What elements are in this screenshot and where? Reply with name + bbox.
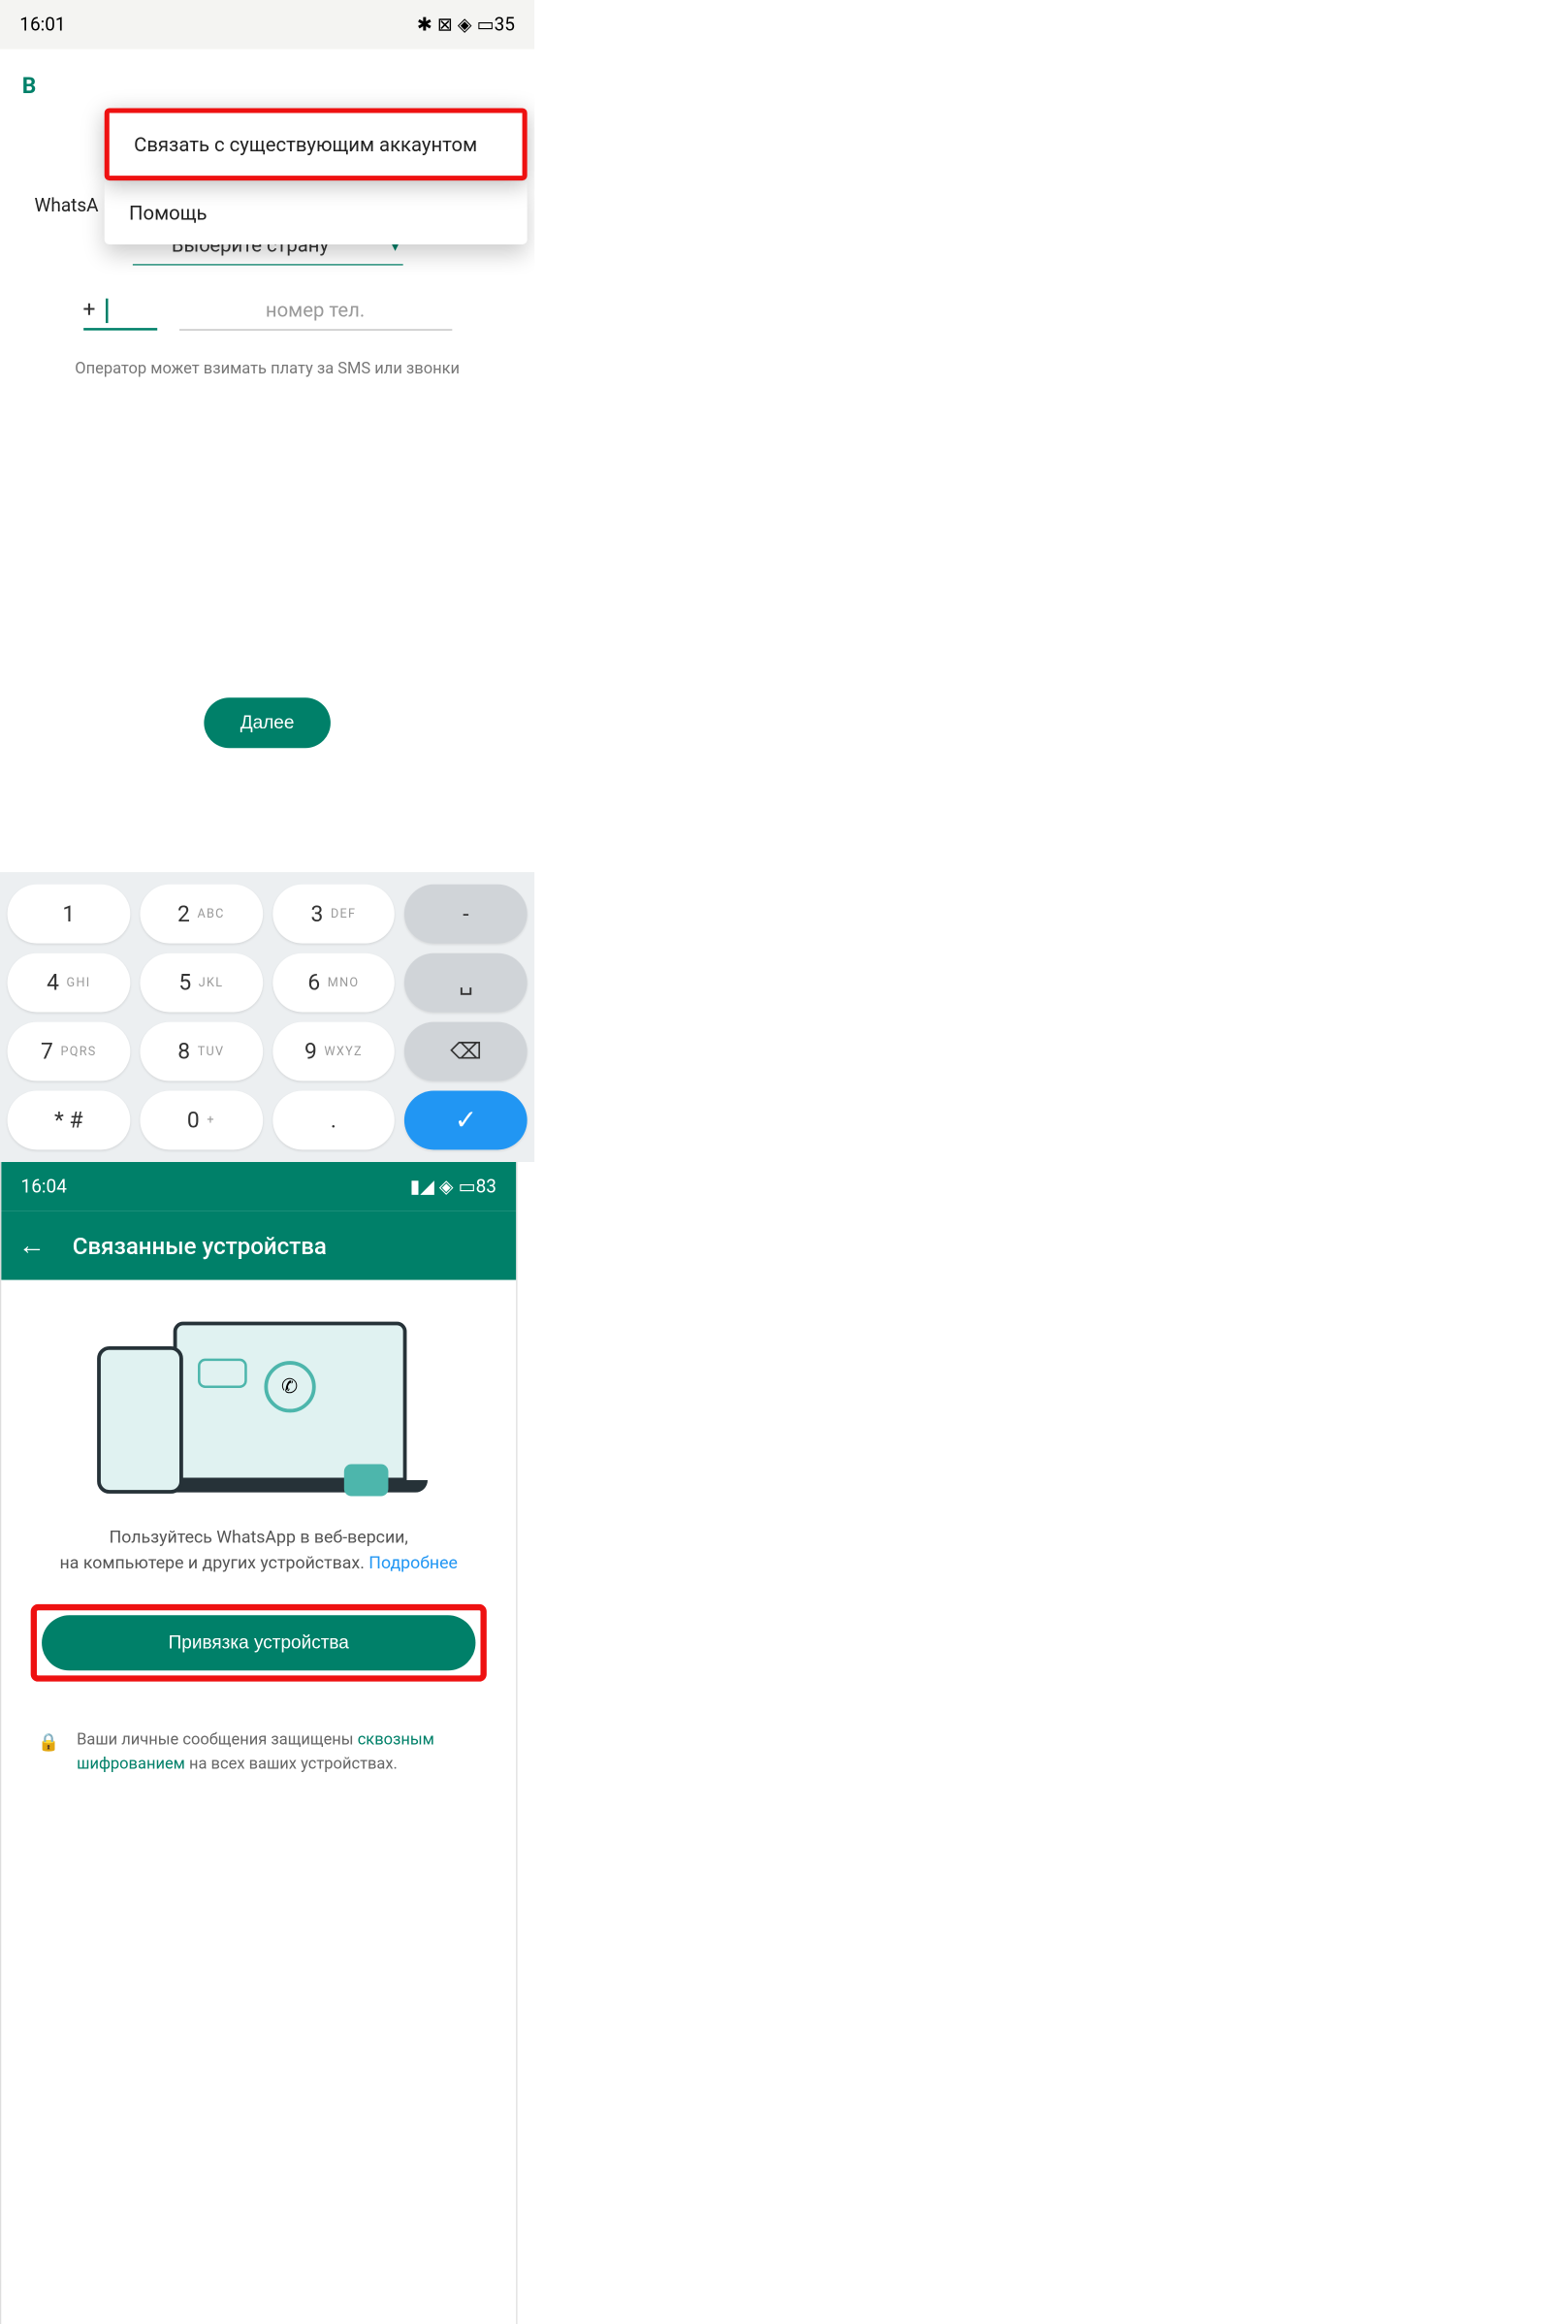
text-cursor [106, 298, 109, 322]
bluetooth-icon: ✱ [417, 14, 432, 36]
phone-number-field[interactable]: номер тел. [178, 299, 451, 331]
keypad-key-2[interactable]: 2ABC [140, 885, 262, 944]
description-text: Пользуйтесь WhatsApp в веб-версии, на ко… [26, 1526, 492, 1577]
menu-link-existing-account[interactable]: Связать с существующим аккаунтом [110, 113, 523, 177]
overflow-menu: Связать с существующим аккаунтом [105, 108, 528, 180]
keypad-key-3[interactable]: - [404, 885, 527, 944]
title-partial: В [22, 74, 37, 100]
learn-more-link[interactable]: Подробнее [368, 1554, 458, 1573]
keypad-key-9[interactable]: 9WXYZ [272, 1022, 395, 1081]
keypad-key-0[interactable]: 0+ [140, 1091, 262, 1150]
status-time: 16:04 [21, 1176, 67, 1198]
status-bar: 16:04 ▮◢ ◈ ▭83 [1, 1162, 516, 1211]
screen-linked-devices: 16:04 ▮◢ ◈ ▭83 ← Связанные устройства ✆ … [0, 1162, 518, 2324]
keypad-key-5[interactable]: 5JKL [140, 953, 262, 1013]
screen-phone-setup: 16:01 ✱ ⊠ ◈ ▭35 В Связать с существующим… [0, 0, 534, 1162]
keypad-key-4[interactable]: 4GHI [8, 953, 130, 1013]
app-bar: ← Связанные устройства [1, 1211, 516, 1280]
overflow-menu-help: Помощь [105, 181, 528, 244]
app-bar-title: Связанные устройства [73, 1232, 327, 1260]
wifi-icon: ◈ [439, 1176, 454, 1198]
keypad-key-8[interactable]: 8TUV [140, 1022, 262, 1081]
keypad-key-6[interactable]: 6MNO [272, 953, 395, 1013]
keypad-key-1[interactable]: 1 [8, 885, 130, 944]
link-device-button[interactable]: Привязка устройства [42, 1615, 475, 1670]
status-bar: 16:01 ✱ ⊠ ◈ ▭35 [0, 0, 534, 49]
battery-icon: ▭83 [459, 1176, 496, 1198]
signal-icon: ▮◢ [410, 1176, 434, 1198]
wifi-icon: ◈ [458, 14, 472, 36]
status-icons: ▮◢ ◈ ▭83 [410, 1176, 496, 1198]
highlight-annotation: Привязка устройства [31, 1604, 487, 1682]
encryption-note: 🔒 Ваши личные сообщения защищены сквозны… [26, 1728, 492, 1776]
keypad-key-12[interactable]: * # [8, 1091, 130, 1150]
devices-illustration: ✆ [86, 1309, 431, 1506]
keypad-key-11[interactable]: ⌫ [404, 1022, 527, 1081]
status-icons: ✱ ⊠ ◈ ▭35 [417, 14, 515, 36]
keypad-key-14[interactable]: . [272, 1091, 395, 1150]
battery-icon: ▭35 [477, 14, 515, 36]
status-time: 16:01 [19, 14, 65, 36]
keypad-key-15[interactable]: ✓ [404, 1091, 527, 1150]
keypad-key-7[interactable]: ␣ [404, 953, 527, 1013]
back-arrow-icon[interactable]: ← [18, 1230, 46, 1262]
subtitle-partial: WhatsA [34, 194, 98, 216]
keypad-key-7[interactable]: 7PQRS [8, 1022, 130, 1081]
whatsapp-logo-icon: ✆ [264, 1361, 315, 1412]
next-button[interactable]: Далее [204, 697, 332, 748]
vibrate-icon: ⊠ [437, 14, 453, 36]
sms-note: Оператор может взимать плату за SMS или … [19, 360, 515, 378]
keypad-key-3[interactable]: 3DEF [272, 885, 395, 944]
menu-help[interactable]: Помощь [105, 181, 528, 244]
numeric-keyboard: 12ABC3DEF- 4GHI5JKL6MNO␣ 7PQRS8TUV9WXYZ⌫ * … [0, 872, 534, 1162]
lock-icon: 🔒 [38, 1730, 59, 1776]
country-code-field[interactable]: + [83, 297, 157, 330]
